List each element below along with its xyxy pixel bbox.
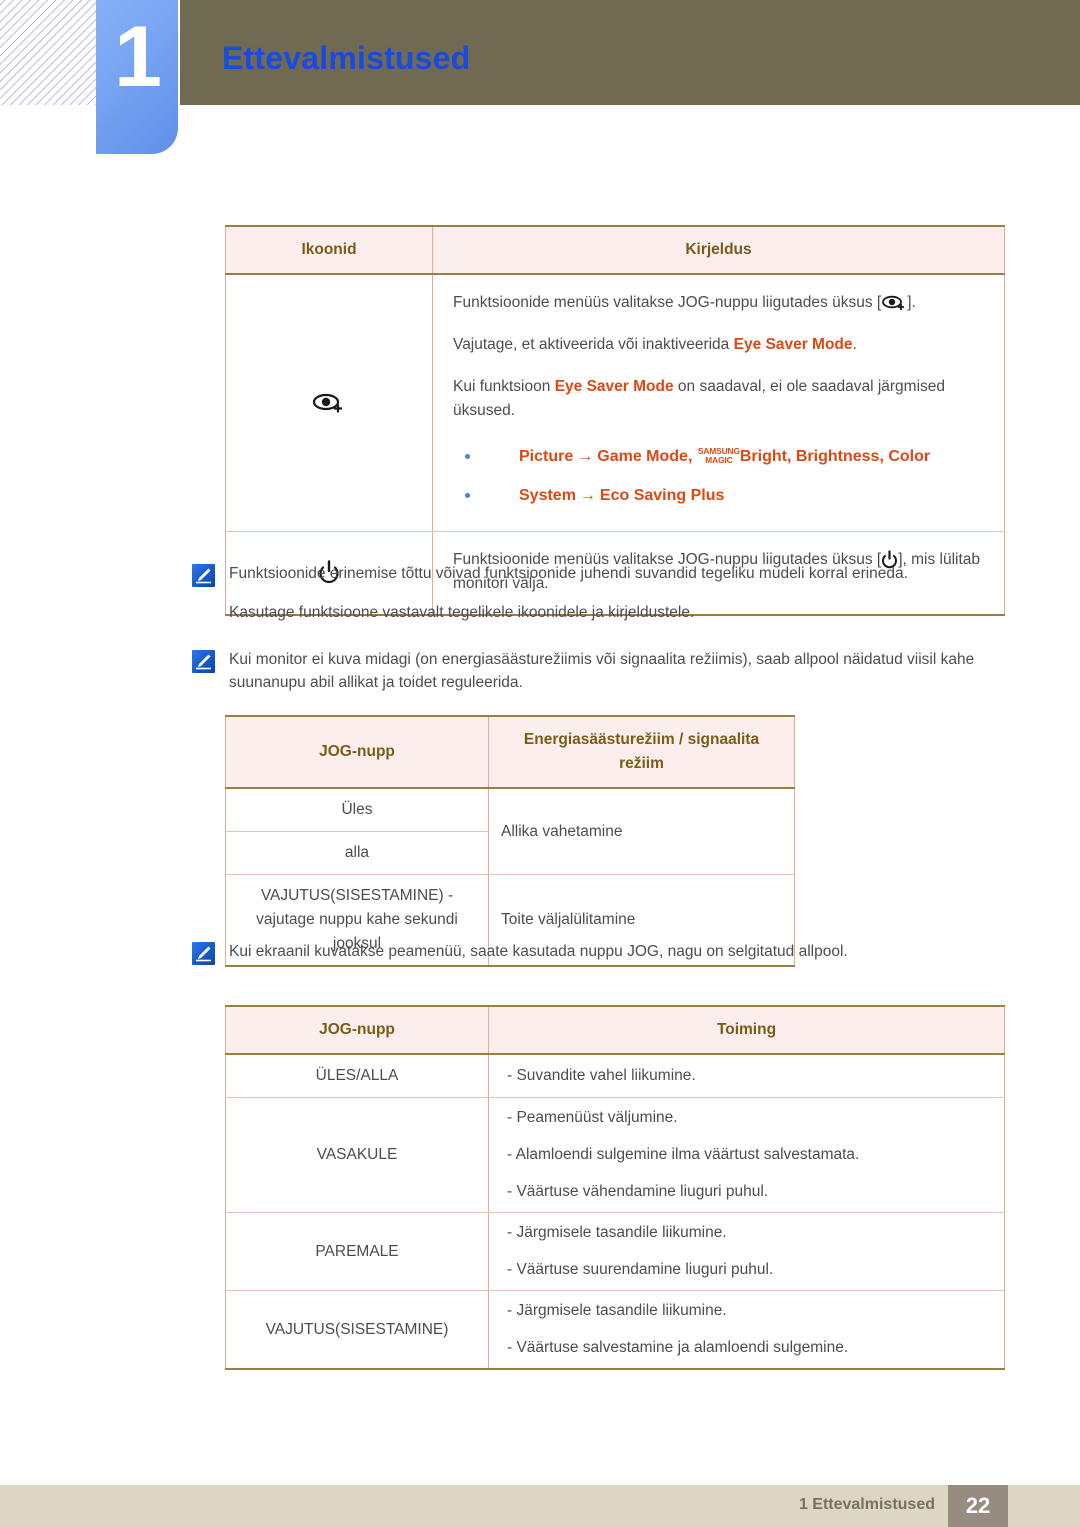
eye-plus-icon-inline bbox=[881, 294, 907, 312]
table-header-row: JOG-nupp Energiasäästurežiim / signaalit… bbox=[225, 714, 795, 790]
jog-button-up: Üles bbox=[225, 787, 489, 833]
action-line: - Järgmisele tasandile liikumine. bbox=[507, 1302, 727, 1320]
action-line: - Järgmisele tasandile liikumine. bbox=[507, 1224, 727, 1242]
table-row: VAJUTUS(SISESTAMINE) - Järgmisele tasand… bbox=[225, 1290, 1005, 1371]
eye-plus-icon bbox=[312, 391, 346, 415]
action-line: - Peamenüüst väljumine. bbox=[507, 1109, 678, 1127]
description-paragraph-2: Vajutage, et aktiveerida või inaktiveeri… bbox=[453, 336, 857, 354]
table-row: ÜLES/ALLA - Suvandite vahel liikumine. bbox=[225, 1053, 1005, 1099]
table-header-row: JOG-nupp Toiming bbox=[225, 1004, 1005, 1056]
jog-direction-left: VASAKULE bbox=[225, 1097, 489, 1214]
note-body-3: Kui ekraanil kuvatakse peamenüü, saate k… bbox=[229, 940, 848, 963]
jog-actions-up-down: - Suvandite vahel liikumine. bbox=[488, 1053, 1005, 1099]
note-pen-icon bbox=[192, 650, 215, 673]
jog-actions-press: - Järgmisele tasandile liikumine. - Väär… bbox=[488, 1290, 1005, 1371]
unavailable-items-list: Picture → Game Mode, SAMSUNG MAGIC Bright, B… bbox=[453, 445, 988, 509]
jog-direction-right: PAREMALE bbox=[225, 1212, 489, 1292]
action-line: - Väärtuse vähendamine liuguri puhul. bbox=[507, 1183, 769, 1201]
icons-description-table: Ikoonid Kirjeldus Funktsioonide menüüs v… bbox=[225, 224, 1005, 616]
jog-actions-table: JOG-nupp Toiming ÜLES/ALLA - Suvandite v… bbox=[225, 1004, 1005, 1371]
eye-plus-icon-cell bbox=[225, 273, 433, 532]
table-row: Funktsioonide menüüs valitakse JOG-nuppu… bbox=[225, 273, 1005, 532]
eye-saver-mode-highlight: Eye Saver Mode bbox=[733, 336, 853, 354]
action-line: - Suvandite vahel liikumine. bbox=[507, 1067, 696, 1085]
eye-saver-description-cell: Funktsioonide menüüs valitakse JOG-nuppu… bbox=[432, 273, 1005, 532]
samsung-magic-label: SAMSUNG MAGIC bbox=[697, 445, 740, 465]
note-body-1: Funktsioonide erinemise tõttu võivad fun… bbox=[229, 562, 908, 625]
note-pen-icon bbox=[192, 564, 215, 587]
column-header-toiming: Toiming bbox=[488, 1004, 1005, 1056]
description-paragraph-1: Funktsioonide menüüs valitakse JOG-nuppu… bbox=[453, 294, 916, 312]
page-footer: 1 Ettevalmistused 22 bbox=[0, 1485, 1080, 1527]
note-body-2: Kui monitor ei kuva midagi (on energiasä… bbox=[229, 648, 1007, 695]
jog-button-down: alla bbox=[225, 831, 489, 876]
column-header-energy-mode: Energiasäästurežiim / signaalita režiim bbox=[488, 714, 795, 790]
action-source-change: Allika vahetamine bbox=[488, 787, 795, 876]
chapter-number-tab: 1 bbox=[96, 0, 178, 154]
page-title: Ettevalmistused bbox=[222, 40, 471, 76]
action-line: - Väärtuse suurendamine liuguri puhul. bbox=[507, 1261, 774, 1279]
note-line: Kui monitor ei kuva midagi (on energiasä… bbox=[229, 651, 975, 692]
table-row: VASAKULE - Peamenüüst väljumine. - Alaml… bbox=[225, 1097, 1005, 1214]
note-block-2: Kui monitor ei kuva midagi (on energiasä… bbox=[192, 648, 1007, 695]
table-row: Üles Allika vahetamine bbox=[225, 787, 795, 876]
footer-chapter-label: 1 Ettevalmistused bbox=[798, 1496, 935, 1513]
action-line: - Alamloendi sulgemine ilma väärtust sal… bbox=[507, 1146, 860, 1164]
list-item: System → Eco Saving Plus bbox=[453, 484, 988, 509]
list-item: Picture → Game Mode, SAMSUNG MAGIC Bright, B… bbox=[453, 445, 988, 470]
chapter-number: 1 bbox=[114, 9, 162, 105]
power-mode-table: JOG-nupp Energiasäästurežiim / signaalit… bbox=[225, 714, 795, 968]
jog-actions-right: - Järgmisele tasandile liikumine. - Väär… bbox=[488, 1212, 1005, 1292]
corner-hatch-decoration bbox=[0, 0, 96, 105]
eye-saver-mode-highlight-2: Eye Saver Mode bbox=[554, 378, 674, 396]
column-header-jog-nupp-2: JOG-nupp bbox=[225, 1004, 489, 1056]
column-header-ikoonid: Ikoonid bbox=[225, 224, 433, 276]
note-block-1: Funktsioonide erinemise tõttu võivad fun… bbox=[192, 562, 1007, 625]
footer-page-number: 22 bbox=[948, 1485, 1008, 1527]
note-line: Kasutage funktsioone vastavalt tegelikel… bbox=[229, 604, 695, 622]
note-block-3: Kui ekraanil kuvatakse peamenüü, saate k… bbox=[192, 940, 1007, 965]
column-header-jog-nupp: JOG-nupp bbox=[225, 714, 489, 790]
note-line: Kui ekraanil kuvatakse peamenüü, saate k… bbox=[229, 943, 848, 960]
jog-actions-left: - Peamenüüst väljumine. - Alamloendi sul… bbox=[488, 1097, 1005, 1214]
note-pen-icon bbox=[192, 942, 215, 965]
action-line: - Väärtuse salvestamine ja alamloendi su… bbox=[507, 1339, 849, 1357]
table-header-row: Ikoonid Kirjeldus bbox=[225, 224, 1005, 276]
table-row: PAREMALE - Järgmisele tasandile liikumin… bbox=[225, 1212, 1005, 1292]
note-line: Funktsioonide erinemise tõttu võivad fun… bbox=[229, 565, 908, 582]
jog-direction-up-down: ÜLES/ALLA bbox=[225, 1053, 489, 1099]
description-paragraph-3: Kui funktsioon Eye Saver Mode on saadava… bbox=[453, 378, 946, 420]
column-header-kirjeldus: Kirjeldus bbox=[432, 224, 1005, 276]
jog-direction-press: VAJUTUS(SISESTAMINE) bbox=[225, 1290, 489, 1371]
